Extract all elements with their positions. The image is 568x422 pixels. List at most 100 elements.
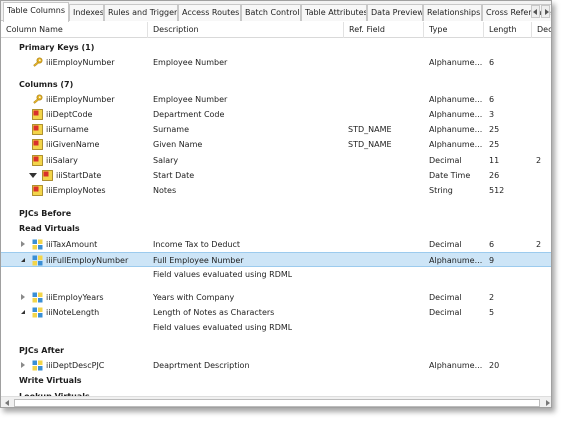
tab-rules-and-triggers[interactable]: Rules and Triggers [104, 4, 178, 21]
table-row[interactable]: iiiDeptCode Department Code Alphanume... 3 [1, 107, 551, 122]
description-cell: Length of Notes as Characters [153, 308, 275, 317]
group-header-write-virtuals[interactable]: Write Virtuals [1, 373, 551, 388]
column-header-length[interactable]: Length [484, 22, 532, 38]
column-name-cell: iiiFullEmployNumber [46, 256, 129, 265]
length-cell: 6 [489, 240, 495, 249]
chevron-right-icon [546, 400, 550, 406]
expand-arrow-icon[interactable] [21, 294, 25, 300]
columns-tree-grid: Primary Keys (1) iiiEmployNumber Employee … [1, 38, 551, 396]
field-icon [32, 185, 43, 196]
description-cell: Full Employee Number [153, 256, 244, 265]
column-header-type[interactable]: Type [424, 22, 484, 38]
horizontal-scrollbar[interactable] [1, 396, 551, 407]
table-row[interactable]: iiiEmployNotes Notes String 512 [1, 183, 551, 198]
collapse-arrow-icon[interactable] [29, 173, 37, 178]
column-header-row: Column Name Description Ref. Field Type Leng… [1, 22, 551, 38]
length-cell: 20 [489, 361, 500, 370]
type-cell: Alphanume... [429, 58, 483, 67]
virtual-icon [32, 255, 43, 266]
key-icon [32, 57, 43, 68]
type-cell: Alphanume... [429, 125, 483, 134]
group-header-primary-keys-1[interactable]: Primary Keys (1) [1, 40, 551, 55]
group-header-columns-7[interactable]: Columns (7) [1, 77, 551, 92]
length-cell: 3 [489, 110, 495, 119]
field-icon [32, 155, 43, 166]
column-name-cell: iiiSalary [46, 156, 78, 165]
table-row[interactable]: iiiTaxAmount Income Tax to Deduct Decimal 6… [1, 237, 551, 252]
description-cell: Employee Number [153, 95, 228, 104]
column-name-cell: iiiEmployYears [46, 293, 104, 302]
table-row[interactable]: iiiSurname Surname STD_NAME Alphanume... 25 [1, 122, 551, 137]
tab-scroll-right-button[interactable] [541, 5, 550, 18]
expand-arrow-icon[interactable] [21, 362, 25, 368]
column-header-ref-field[interactable]: Ref. Field [344, 22, 424, 38]
type-cell: Alphanume... [429, 95, 483, 104]
tab-table-attributes[interactable]: Table Attributes [301, 4, 367, 21]
column-header-column-name[interactable]: Column Name [1, 22, 148, 38]
scroll-right-button[interactable] [542, 398, 551, 407]
group-header-read-virtuals[interactable]: Read Virtuals [1, 221, 551, 236]
virtual-icon [32, 292, 43, 303]
decimals-cell: 2 [536, 240, 542, 249]
type-cell: Decimal [429, 156, 462, 165]
type-cell: Decimal [429, 293, 462, 302]
field-icon [32, 124, 43, 135]
collapse-arrow-icon[interactable] [21, 310, 25, 314]
tab-indexes[interactable]: Indexes [69, 4, 104, 21]
tab-bar: Table Columns Indexes Rules and Triggers Ac… [1, 1, 551, 22]
type-cell: Decimal [429, 308, 462, 317]
description-cell: Given Name [153, 140, 203, 149]
evaluation-note: Field values evaluated using RDML [153, 323, 293, 332]
length-cell: 6 [489, 95, 495, 104]
group-header-pjcs-before[interactable]: PJCs Before [1, 206, 551, 221]
table-row[interactable]: iiiNoteLength Length of Notes as Characte… [1, 305, 551, 320]
group-label: Read Virtuals [19, 224, 80, 233]
column-header-dec[interactable]: Dec [532, 22, 551, 38]
column-header-description[interactable]: Description [148, 22, 344, 38]
group-label: Primary Keys (1) [19, 43, 95, 52]
field-icon [32, 109, 43, 120]
group-label: Lookup Virtuals [19, 389, 90, 396]
table-row[interactable]: iiiDeptDescPJC Deaprtment Description Alph… [1, 358, 551, 373]
column-name-cell: iiiGivenName [46, 140, 100, 149]
description-cell: Surname [153, 125, 189, 134]
tab-table-columns[interactable]: Table Columns [3, 2, 69, 22]
expand-arrow-icon[interactable] [21, 241, 25, 247]
tab-relationships[interactable]: Relationships [423, 4, 482, 21]
table-row[interactable]: iiiEmployNumber Employee Number Alphanume.… [1, 92, 551, 107]
description-cell: Notes [153, 186, 177, 195]
description-cell: Department Code [153, 110, 225, 119]
table-row[interactable]: iiiStartDate Start Date Date Time 26 [1, 168, 551, 183]
length-cell: 25 [489, 140, 500, 149]
length-cell: 11 [489, 156, 500, 165]
type-cell: Date Time [429, 171, 471, 180]
chevron-left-icon [5, 400, 9, 406]
table-row[interactable]: iiiEmployYears Years with Company Decimal 2 [1, 290, 551, 305]
group-header-pjcs-after[interactable]: PJCs After [1, 343, 551, 358]
tab-data-preview[interactable]: Data Preview [367, 4, 423, 21]
ref-field-cell: STD_NAME [348, 125, 392, 134]
length-cell: 512 [489, 186, 505, 195]
table-row[interactable]: iiiFullEmployNumber Full Employee Number A… [1, 252, 551, 267]
scroll-left-button[interactable] [3, 398, 13, 407]
ref-field-cell: STD_NAME [348, 140, 392, 149]
tab-batch-control[interactable]: Batch Control [241, 4, 301, 21]
tab-scroll-left-button[interactable] [531, 5, 540, 18]
virtual-icon [32, 307, 43, 318]
length-cell: 6 [489, 58, 495, 67]
table-row[interactable]: iiiEmployNumber Employee Number Alphanume.… [1, 55, 551, 70]
chevron-right-icon [545, 9, 549, 15]
table-row[interactable]: iiiGivenName Given Name STD_NAME Alphanume.… [1, 137, 551, 152]
collapse-arrow-icon[interactable] [21, 258, 25, 262]
description-cell: Income Tax to Deduct [153, 240, 241, 249]
scrollbar-thumb[interactable] [14, 399, 540, 407]
column-name-cell: iiiDeptCode [46, 110, 93, 119]
tab-access-routes[interactable]: Access Routes [178, 4, 241, 21]
column-name-cell: iiiNoteLength [46, 308, 100, 317]
group-header-lookup-virtuals[interactable]: Lookup Virtuals [1, 389, 551, 396]
type-cell: String [429, 186, 453, 195]
column-name-cell: iiiDeptDescPJC [46, 361, 105, 370]
column-name-cell: iiiEmployNotes [46, 186, 106, 195]
column-name-cell: iiiTaxAmount [46, 240, 98, 249]
table-row[interactable]: iiiSalary Salary Decimal 11 2 [1, 153, 551, 168]
